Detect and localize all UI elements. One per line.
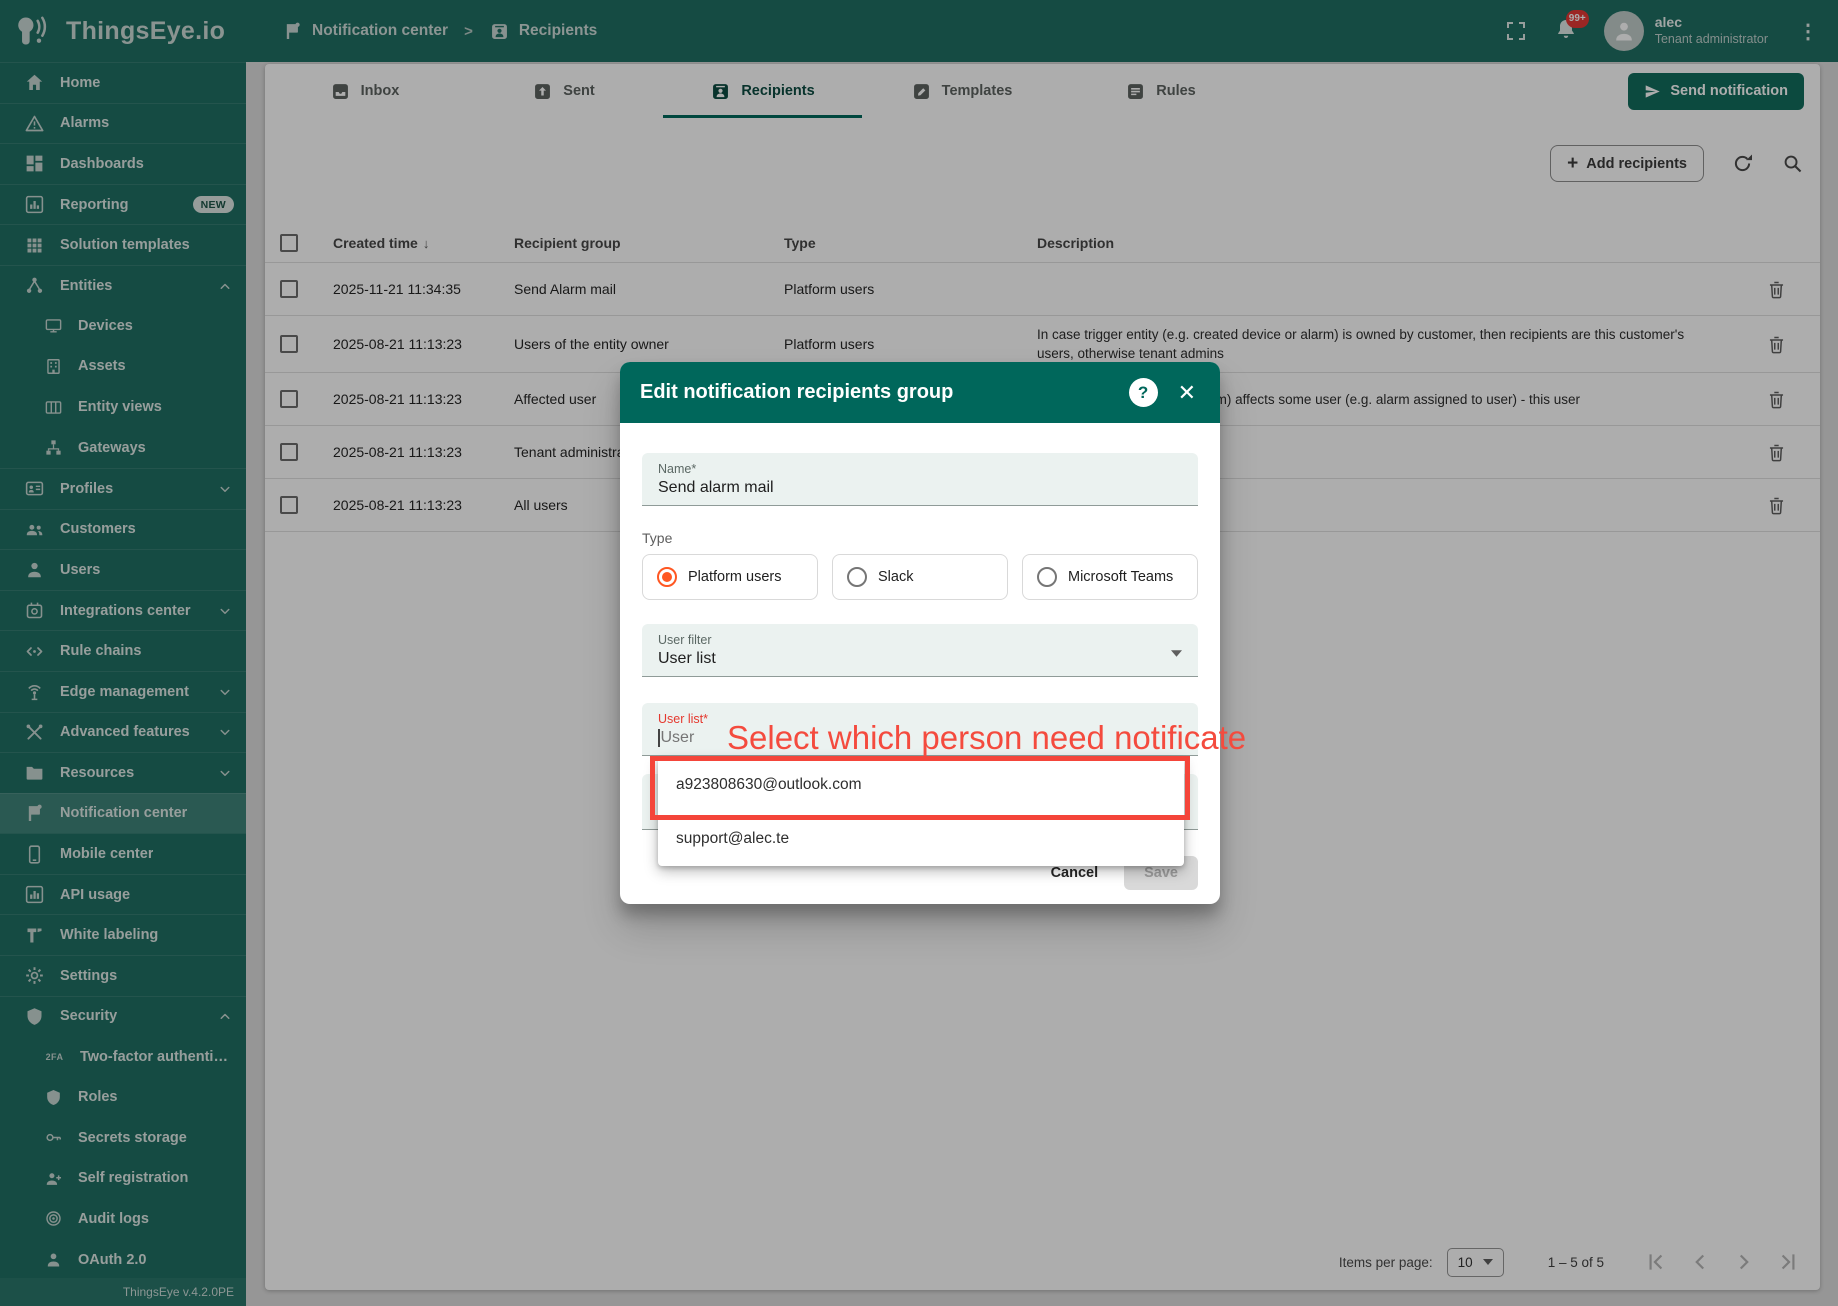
help-icon[interactable]: ? xyxy=(1128,378,1158,407)
user-list-field[interactable]: User list* User xyxy=(642,703,1198,756)
type-label: Type xyxy=(642,530,673,546)
user-filter-value: User list xyxy=(658,650,716,667)
close-icon[interactable]: ✕ xyxy=(1174,378,1200,408)
user-list-dropdown: a923808630@outlook.com support@alec.te xyxy=(658,758,1184,866)
radio-icon xyxy=(1037,567,1057,587)
user-list-option[interactable]: a923808630@outlook.com xyxy=(658,758,1184,812)
type-option-platform-users[interactable]: Platform users xyxy=(642,554,818,600)
type-option-microsoft-teams[interactable]: Microsoft Teams xyxy=(1022,554,1198,600)
user-list-label: User list* xyxy=(658,712,709,726)
name-label: Name* xyxy=(658,462,697,476)
radio-icon xyxy=(657,567,677,587)
user-list-input[interactable]: User xyxy=(658,729,1182,747)
dialog-header: Edit notification recipients group ? ✕ xyxy=(620,362,1220,423)
user-filter-label: User filter xyxy=(658,633,712,647)
caret-down-icon xyxy=(1171,650,1182,657)
user-filter-select[interactable]: User filter User list xyxy=(642,624,1198,677)
user-list-option[interactable]: support@alec.te xyxy=(658,812,1184,866)
type-option-slack[interactable]: Slack xyxy=(832,554,1008,600)
name-field[interactable]: Name* Send alarm mail xyxy=(642,453,1198,506)
type-option-label: Microsoft Teams xyxy=(1068,569,1174,585)
dialog-title: Edit notification recipients group xyxy=(640,381,954,403)
text-cursor xyxy=(658,729,660,747)
type-option-label: Platform users xyxy=(688,569,782,585)
type-option-label: Slack xyxy=(878,569,914,585)
radio-icon xyxy=(847,567,867,587)
name-value: Send alarm mail xyxy=(658,479,774,496)
